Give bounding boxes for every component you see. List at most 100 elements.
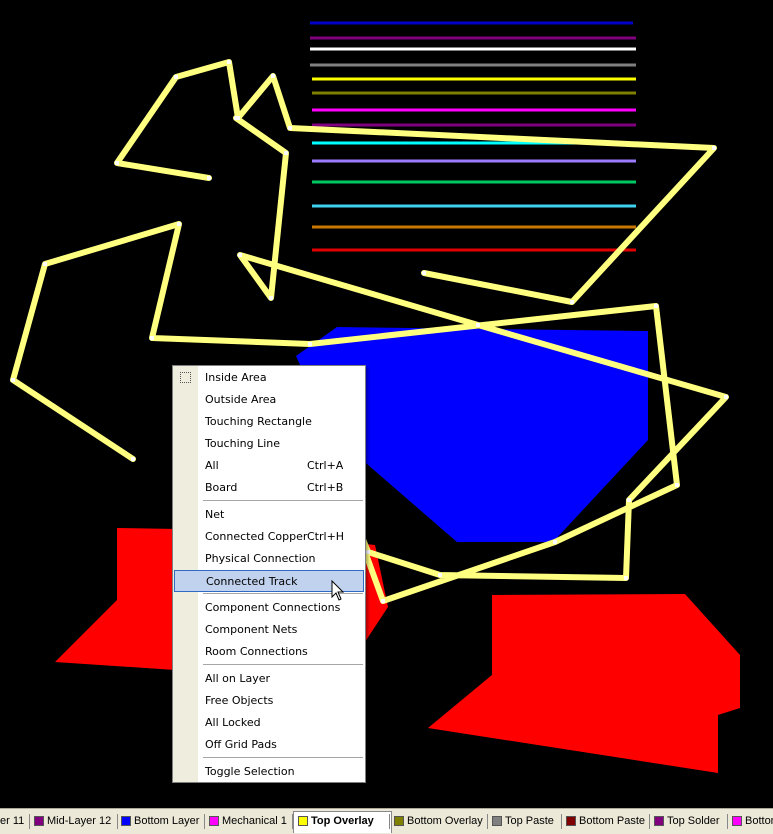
menu-item-shortcut: Ctrl+H <box>307 530 345 543</box>
menu-item-outside-area[interactable]: Outside Area <box>174 389 364 411</box>
layer-color-swatch-icon <box>566 816 576 826</box>
menu-item-label: Inside Area <box>205 371 267 384</box>
menu-separator <box>203 757 363 758</box>
track-vertex <box>627 498 631 502</box>
menu-item-label: Component Nets <box>205 623 298 636</box>
layer-tab-mechanical-1[interactable]: Mechanical 1 <box>205 812 293 831</box>
context-menu: Inside Area Outside Area Touching Rectangl… <box>172 365 366 783</box>
track-vertex <box>381 599 385 603</box>
track-vertex <box>553 540 557 544</box>
track-vertex <box>366 550 370 554</box>
track-vertex <box>724 395 728 399</box>
menu-item-board[interactable]: Board Ctrl+B <box>174 477 364 499</box>
menu-item-off-grid-pads[interactable]: Off Grid Pads <box>174 734 364 756</box>
menu-item-physical-connection[interactable]: Physical Connection <box>174 548 364 570</box>
layer-tab-label: Bottom Paste <box>579 815 646 827</box>
layer-tab-bottom[interactable]: Bottom <box>728 812 773 831</box>
track-vertex <box>284 151 288 155</box>
layer-tab-er-11[interactable]: er 11 <box>0 812 30 831</box>
layer-tab-label: er 11 <box>0 815 25 827</box>
layer-tab-bottom-layer[interactable]: Bottom Layer <box>117 812 205 831</box>
track-vertex <box>174 75 178 79</box>
menu-item-touching-line[interactable]: Touching Line <box>174 433 364 455</box>
layer-tab-top-solder[interactable]: Top Solder <box>650 812 728 831</box>
layer-tab-label: Bottom Overlay <box>407 815 483 827</box>
menu-item-label: Board <box>205 481 238 494</box>
track-vertex <box>227 60 231 64</box>
track-vertex <box>207 176 211 180</box>
track-vertex <box>131 457 135 461</box>
layer-color-swatch-icon <box>34 816 44 826</box>
layer-tab-label: Mid-Layer 12 <box>47 815 112 827</box>
layer-tab-bar: er 11 Mid-Layer 12 Bottom Layer Mechanical … <box>0 808 773 834</box>
layer-tab-label: Bottom <box>745 815 773 827</box>
layer-tab-bottom-paste[interactable]: Bottom Paste <box>562 812 650 831</box>
menu-item-label: Free Objects <box>205 694 274 707</box>
track-vertex <box>288 126 292 130</box>
track-vertex <box>654 304 658 308</box>
track-vertex <box>238 253 242 257</box>
track-vertex <box>712 146 716 150</box>
layer-tab-top-paste[interactable]: Top Paste <box>488 812 562 831</box>
track-vertex <box>177 222 181 226</box>
menu-item-label: Off Grid Pads <box>205 738 277 751</box>
selection-box-icon <box>180 372 191 383</box>
track-vertex <box>476 323 480 327</box>
layer-tab-label: Top Solder <box>667 815 720 827</box>
menu-item-all-on-layer[interactable]: All on Layer <box>174 668 364 690</box>
menu-item-all-locked[interactable]: All Locked <box>174 712 364 734</box>
layer-tab-label: Top Overlay <box>311 815 374 827</box>
mouse-pointer-icon <box>331 580 345 601</box>
layer-tab-mid-layer-12[interactable]: Mid-Layer 12 <box>30 812 118 831</box>
layer-color-swatch-icon <box>654 816 664 826</box>
menu-item-free-objects[interactable]: Free Objects <box>174 690 364 712</box>
track-vertex <box>11 378 15 382</box>
menu-item-label: Connected Track <box>206 575 298 588</box>
layer-color-swatch-icon <box>121 816 131 826</box>
menu-item-toggle-selection[interactable]: Toggle Selection <box>174 761 364 783</box>
menu-item-label: Toggle Selection <box>205 765 295 778</box>
menu-item-label: Touching Rectangle <box>205 415 312 428</box>
pcb-canvas[interactable] <box>0 0 773 812</box>
menu-separator <box>203 664 363 665</box>
menu-item-label: Outside Area <box>205 393 277 406</box>
layer-tab-top-overlay[interactable]: Top Overlay <box>293 811 392 833</box>
layer-color-swatch-icon <box>492 816 502 826</box>
menu-item-net[interactable]: Net <box>174 504 364 526</box>
top-layer-region-right[interactable] <box>428 594 740 773</box>
layer-color-swatch-icon <box>394 816 404 826</box>
layer-tab-label: Top Paste <box>505 815 554 827</box>
menu-item-shortcut: Ctrl+B <box>307 481 344 494</box>
track-vertex <box>438 573 442 577</box>
track-vertex <box>570 300 574 304</box>
layer-color-swatch-icon <box>298 816 308 826</box>
menu-item-component-nets[interactable]: Component Nets <box>174 619 364 641</box>
track-vertex <box>115 161 119 165</box>
menu-separator <box>203 500 363 501</box>
track-vertex <box>308 342 312 346</box>
menu-item-inside-area[interactable]: Inside Area <box>174 367 364 389</box>
track-vertex <box>675 483 679 487</box>
menu-item-label: Touching Line <box>205 437 281 450</box>
layer-color-swatch-icon <box>732 816 742 826</box>
menu-item-shortcut: Ctrl+A <box>307 459 344 472</box>
menu-item-label: Net <box>205 508 225 521</box>
layer-tab-bottom-overlay[interactable]: Bottom Overlay <box>390 812 488 831</box>
menu-item-label: Physical Connection <box>205 552 316 565</box>
track-vertex <box>422 271 426 275</box>
menu-item-all[interactable]: All Ctrl+A <box>174 455 364 477</box>
menu-item-label: All Locked <box>205 716 261 729</box>
track-vertex <box>271 74 275 78</box>
menu-item-label: Component Connections <box>205 601 341 614</box>
menu-item-room-connections[interactable]: Room Connections <box>174 641 364 663</box>
layer-color-swatch-icon <box>209 816 219 826</box>
menu-item-label: All on Layer <box>205 672 271 685</box>
track-vertex <box>624 576 628 580</box>
track-vertex <box>234 116 238 120</box>
menu-item-connected-copper[interactable]: Connected Copper Ctrl+H <box>174 526 364 548</box>
track-vertex <box>269 296 273 300</box>
track-vertex <box>150 336 154 340</box>
menu-item-touching-rectangle[interactable]: Touching Rectangle <box>174 411 364 433</box>
track-vertex <box>43 262 47 266</box>
layer-tab-label: Mechanical 1 <box>222 815 287 827</box>
